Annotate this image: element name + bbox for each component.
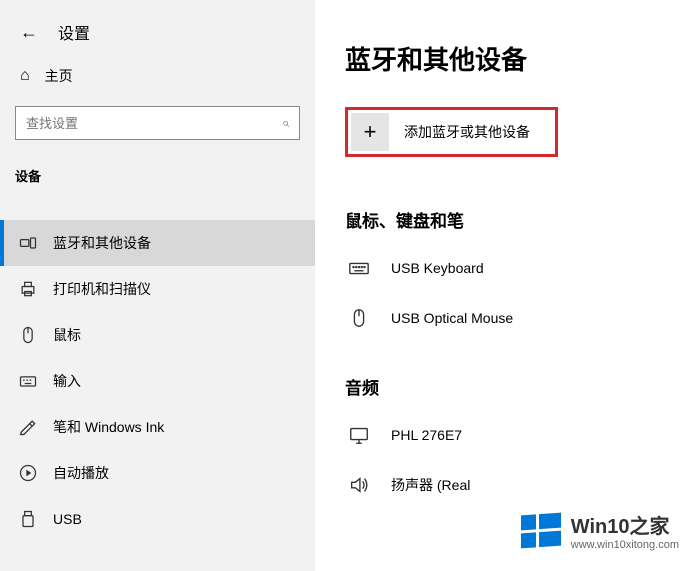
sidebar-item-autoplay[interactable]: 自动播放 <box>0 450 315 496</box>
nav-label: USB <box>53 511 82 527</box>
settings-title: 设置 <box>58 20 90 44</box>
nav-label: 打印机和扫描仪 <box>53 279 151 299</box>
home-nav[interactable]: ⌂ 主页 <box>0 54 315 98</box>
sidebar-item-mouse[interactable]: 鼠标 <box>0 312 315 358</box>
nav-label: 自动播放 <box>53 463 109 483</box>
watermark-url: www.win10xitong.com <box>571 539 679 551</box>
device-label: PHL 276E7 <box>391 427 462 443</box>
device-row-mouse[interactable]: USB Optical Mouse <box>345 297 689 339</box>
search-input[interactable] <box>26 116 282 131</box>
device-row-keyboard[interactable]: USB Keyboard <box>345 247 689 289</box>
device-label: USB Keyboard <box>391 260 484 276</box>
device-label: USB Optical Mouse <box>391 310 513 326</box>
nav-label: 鼠标 <box>53 325 81 345</box>
add-device-label: 添加蓝牙或其他设备 <box>404 122 530 142</box>
watermark: Win10之家 www.win10xitong.com <box>521 510 679 551</box>
nav-list: 蓝牙和其他设备 打印机和扫描仪 鼠标 输入 <box>0 220 315 542</box>
group-audio-title: 音频 <box>345 374 689 399</box>
keyboard-device-icon <box>345 257 373 279</box>
pen-icon <box>18 416 38 438</box>
sidebar-item-printers[interactable]: 打印机和扫描仪 <box>0 266 315 312</box>
sidebar-item-typing[interactable]: 输入 <box>0 358 315 404</box>
sidebar-item-bluetooth[interactable]: 蓝牙和其他设备 <box>0 220 315 266</box>
device-row-monitor[interactable]: PHL 276E7 <box>345 414 689 456</box>
keyboard-icon <box>18 370 38 392</box>
nav-label: 笔和 Windows Ink <box>53 417 164 437</box>
home-icon: ⌂ <box>20 67 30 85</box>
search-icon: ⌕ <box>282 115 289 131</box>
windows-logo-icon <box>521 513 561 549</box>
device-row-speaker[interactable]: 扬声器 (Real <box>345 464 689 506</box>
sidebar-item-usb[interactable]: USB <box>0 496 315 542</box>
watermark-text: Win10之家 www.win10xitong.com <box>571 510 679 551</box>
usb-icon <box>18 508 38 530</box>
plus-icon: + <box>351 113 389 151</box>
autoplay-icon <box>18 462 38 484</box>
section-label: 设备 <box>0 148 315 195</box>
sidebar-item-pen[interactable]: 笔和 Windows Ink <box>0 404 315 450</box>
group-mouse-keyboard-title: 鼠标、键盘和笔 <box>345 207 689 232</box>
sidebar: ← 设置 ⌂ 主页 ⌕ 设备 蓝牙和其他设备 打印机和扫描仪 <box>0 0 315 571</box>
nav-label: 输入 <box>53 371 81 391</box>
page-title: 蓝牙和其他设备 <box>345 40 689 77</box>
main-content: 蓝牙和其他设备 + 添加蓝牙或其他设备 鼠标、键盘和笔 USB Keyboard… <box>315 0 699 571</box>
back-arrow-icon[interactable]: ← <box>20 22 38 43</box>
speaker-icon <box>345 474 373 496</box>
device-label: 扬声器 (Real <box>391 475 470 495</box>
header: ← 设置 <box>0 10 315 54</box>
bluetooth-icon <box>18 232 38 254</box>
printer-icon <box>18 278 38 300</box>
mouse-device-icon <box>345 307 373 329</box>
mouse-icon <box>18 324 38 346</box>
search-box[interactable]: ⌕ <box>15 106 300 140</box>
home-label: 主页 <box>45 66 73 86</box>
add-device-button[interactable]: + 添加蓝牙或其他设备 <box>345 107 558 157</box>
nav-label: 蓝牙和其他设备 <box>53 233 151 253</box>
monitor-icon <box>345 424 373 446</box>
watermark-title: Win10之家 <box>571 510 679 539</box>
